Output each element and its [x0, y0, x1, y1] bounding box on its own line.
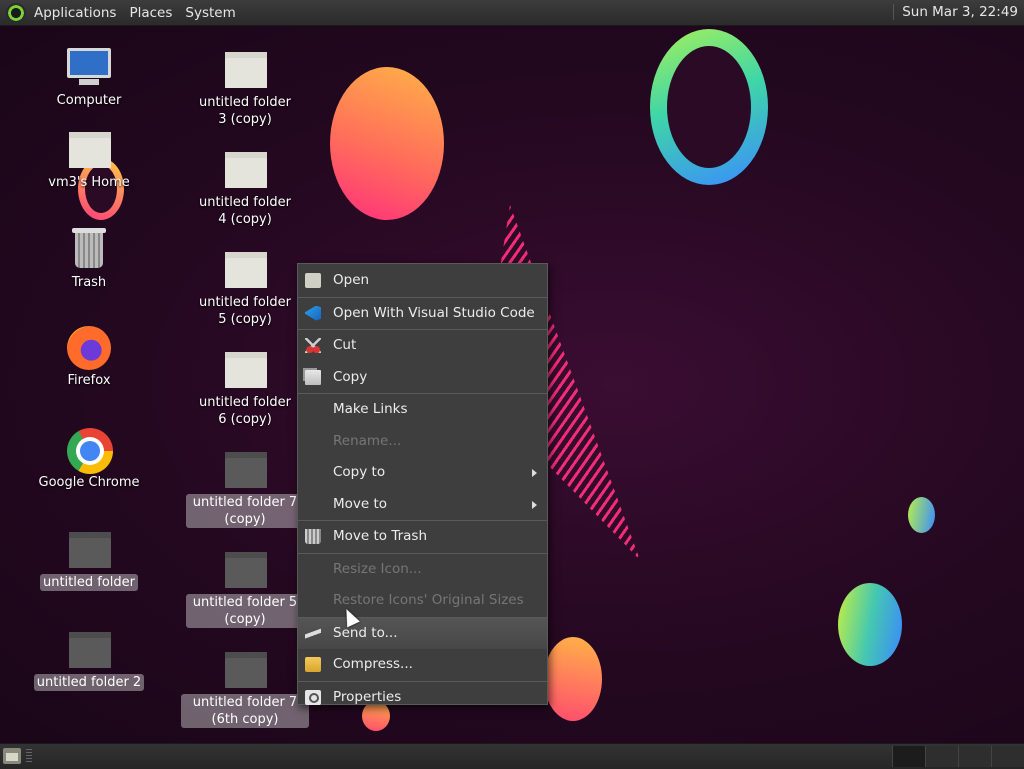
desktop-icon-folder[interactable]: untitled folder 4 (copy) — [175, 148, 315, 228]
desktop-icon-folder[interactable]: untitled folder 3 (copy) — [175, 48, 315, 128]
menu-item-open-with-vscode[interactable]: Open With Visual Studio Code — [298, 298, 547, 330]
desktop-icon-computer[interactable]: Computer — [33, 46, 145, 109]
menu-item-restore-icon-sizes: Restore Icons' Original Sizes — [333, 592, 524, 608]
firefox-icon — [65, 326, 113, 370]
workspace-1[interactable] — [892, 746, 925, 767]
desktop-icon-folder[interactable]: untitled folder 5 (copy) — [175, 248, 315, 328]
folder-icon — [65, 628, 113, 672]
submenu-arrow-icon — [532, 469, 537, 477]
workspace-3[interactable] — [958, 746, 991, 767]
scissors-icon — [305, 338, 321, 353]
desktop-icon-folder[interactable]: untitled folder — [33, 528, 145, 591]
folder-open-icon — [305, 273, 321, 288]
desktop-icon-firefox[interactable]: Firefox — [33, 326, 145, 389]
wallpaper-orange-oval-2 — [544, 637, 602, 721]
workspace-switcher — [892, 746, 1024, 767]
folder-icon — [65, 528, 113, 572]
wallpaper-blue-oval — [838, 583, 902, 666]
menu-item-move-to-trash[interactable]: Move to Trash — [298, 521, 547, 553]
desktop-icon-label: vm3's Home — [48, 175, 130, 190]
distro-logo-icon[interactable] — [6, 2, 26, 23]
clock[interactable]: Sun Mar 3, 22:49 — [893, 4, 1018, 20]
workspace-2[interactable] — [925, 746, 958, 767]
wallpaper-small-oval — [908, 497, 935, 533]
menu-item-move-to[interactable]: Move to — [298, 489, 547, 521]
places-menu[interactable]: Places — [129, 5, 172, 21]
wallpaper-gradient-ring — [650, 29, 768, 185]
desktop-icon-label: Google Chrome — [38, 475, 140, 490]
menu-item-copy-to[interactable]: Copy to — [298, 457, 547, 489]
desktop-icon-trash[interactable]: Trash — [33, 228, 145, 291]
desktop-icon-label: untitled folder 3 (copy) — [198, 95, 291, 127]
show-desktop-icon[interactable] — [3, 748, 21, 764]
menu-item-properties[interactable]: Properties — [298, 682, 547, 714]
desktop-icon-label: untitled folder 7 (6th copy) — [181, 694, 309, 728]
folder-icon — [221, 248, 269, 292]
desktop-icon-label: untitled folder 5 (copy) — [198, 295, 291, 327]
desktop-icon-label: untitled folder 5 (copy) — [186, 594, 304, 628]
desktop-icon-folder[interactable]: untitled folder 7 (6th copy) — [175, 648, 315, 728]
properties-icon — [305, 689, 321, 705]
applications-menu[interactable]: Applications — [34, 5, 116, 21]
desktop-icon-folder[interactable]: untitled folder 7 (copy) — [175, 448, 315, 528]
trash-icon — [65, 228, 113, 272]
desktop-icon-label: untitled folder 4 (copy) — [198, 195, 291, 227]
vscode-icon — [305, 305, 321, 321]
bottom-panel — [0, 743, 1024, 769]
desktop-icon-label: Computer — [56, 93, 122, 108]
computer-icon — [65, 46, 113, 90]
desktop-icon-label: untitled folder 7 (copy) — [186, 494, 304, 528]
copy-icon — [305, 369, 321, 385]
desktop-icon-label: untitled folder 2 — [33, 674, 145, 691]
desktop-icon-label: Firefox — [67, 373, 111, 388]
home-folder-icon — [65, 128, 113, 172]
menu-item-resize-icon: Resize Icon... — [333, 560, 422, 577]
menu-item-open[interactable]: Open — [298, 265, 547, 297]
wallpaper-orange-oval — [330, 67, 444, 220]
desktop-icon-folder[interactable]: untitled folder 5 (copy) — [175, 548, 315, 628]
menu-item-compress[interactable]: Compress... — [298, 649, 547, 681]
folder-icon — [221, 648, 269, 692]
archive-icon — [305, 657, 321, 672]
desktop-icon-folder[interactable]: untitled folder 2 — [33, 628, 145, 691]
menu-item-make-links[interactable]: Make Links — [298, 394, 547, 426]
desktop-icon-chrome[interactable]: Google Chrome — [33, 428, 145, 491]
menu-item-rename: Rename... — [333, 432, 402, 449]
folder-icon — [221, 348, 269, 392]
menu-item-send-to[interactable]: Send to... — [298, 617, 547, 649]
send-icon — [305, 625, 321, 641]
chrome-icon — [65, 428, 113, 474]
workspace-4[interactable] — [991, 746, 1024, 767]
desktop-icon-label: untitled folder — [39, 574, 138, 591]
desktop-icon-home[interactable]: vm3's Home — [33, 128, 145, 191]
desktop-icon-folder[interactable]: untitled folder 6 (copy) — [175, 348, 315, 428]
top-panel: Applications Places System Sun Mar 3, 22… — [0, 0, 1024, 26]
menu-item-copy[interactable]: Copy — [298, 362, 547, 394]
system-menu[interactable]: System — [185, 5, 235, 21]
context-menu: Open Open With Visual Studio Code Cut Co… — [297, 263, 548, 705]
desktop-icon-label: untitled folder 6 (copy) — [198, 395, 291, 427]
folder-icon — [221, 148, 269, 192]
folder-icon — [221, 448, 269, 492]
folder-icon — [221, 48, 269, 92]
panel-handle[interactable] — [26, 749, 32, 763]
desktop-icon-label: Trash — [71, 275, 107, 290]
folder-icon — [221, 548, 269, 592]
menu-item-cut[interactable]: Cut — [298, 330, 547, 362]
submenu-arrow-icon — [532, 500, 537, 509]
trash-icon — [305, 529, 321, 544]
